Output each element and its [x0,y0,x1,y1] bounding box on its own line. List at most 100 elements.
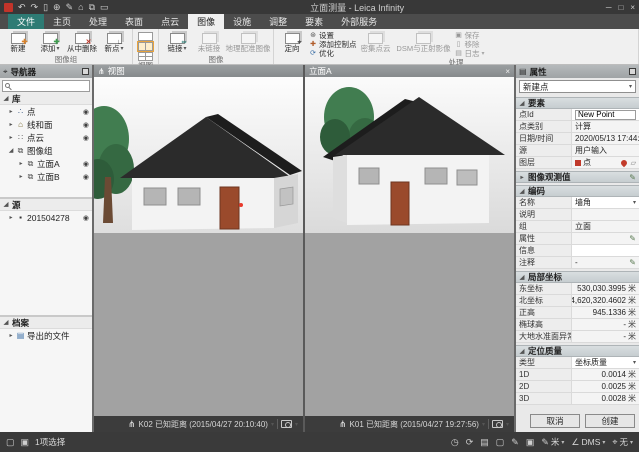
viewport-3d-header[interactable]: ⋔ 视图 [94,65,303,77]
tree-item-points[interactable]: ▸ ∴ 点 ◉ [0,105,92,118]
section-library[interactable]: ◢ 库 [0,93,92,105]
redo-icon[interactable]: ↷ [31,2,39,12]
create-button[interactable]: 创建 [585,414,635,428]
layout-two-pane-button[interactable] [138,42,153,51]
station-label[interactable]: K02 已知距离 (2015/04/27 20:10:40) [139,419,268,430]
cancel-button[interactable]: 取消 [530,414,580,428]
settings-button[interactable]: ⊛ 设置 [309,32,357,40]
quality-type-select[interactable]: 坐标质量 ▾ [572,357,639,368]
angle-unit-selector[interactable]: ∠ DMS ▾ [571,437,605,448]
info-input[interactable] [572,245,639,256]
camera-icon[interactable] [281,420,292,428]
viewport-3d-canvas[interactable] [94,77,303,416]
section-coding-header[interactable]: ◢ 编码 [516,185,639,197]
visibility-eye-icon[interactable]: ◉ [83,214,89,222]
tree-item-source-job[interactable]: ▸ ▪ 201504278 ◉ [0,211,92,224]
object-type-select[interactable]: 新建点 ▾ [519,80,636,93]
edit-pencil-icon[interactable]: ✎ [629,258,636,267]
polygon-icon[interactable]: ▱ [631,159,636,167]
maximize-button[interactable]: □ [618,3,623,12]
navigator-search[interactable] [2,80,90,92]
unit-selector[interactable]: ✎ 米 ▾ [541,436,564,448]
refresh-icon[interactable]: ⟳ [466,437,474,448]
minimize-button[interactable]: ─ [606,3,612,12]
add-control-point-button[interactable]: ✚ 添加控制点 [309,41,357,49]
section-image-observations-header[interactable]: ▸ 图像观测值 ✎ [516,171,639,183]
selection-mode-icon[interactable]: ▢ [6,437,15,448]
new-point-button[interactable]: ∟ 新点▾ [99,30,129,53]
undo-icon[interactable]: ↶ [18,2,26,12]
dense-point-cloud-button[interactable]: 密集点云 [359,30,393,53]
camera-icon[interactable] [492,420,503,428]
tab-surfaces[interactable]: 表面 [116,14,152,29]
camera-dropdown[interactable]: ▾ [506,421,509,428]
viewport-facade-a-header[interactable]: 立面A × [305,65,514,77]
section-local-coordinates-header[interactable]: ◢ 局部坐标 [516,271,639,283]
remove-button[interactable]: ▯ 移除 [455,41,485,49]
add-images-button[interactable]: ✚ 添加▾ [35,30,65,53]
tab-infrastructure[interactable]: 设施 [224,14,260,29]
code-name-select[interactable]: 墙角 ▾ [572,197,639,208]
remove-from-group-button[interactable]: ✕ 从中删除 [67,30,97,53]
optimize-button[interactable]: ⟳ 优化 [309,50,357,58]
pin-icon[interactable] [82,68,89,75]
measure-icon[interactable]: ✎ [511,437,519,448]
link-button[interactable]: ∞ 链接▾ [162,30,192,53]
tab-imaging[interactable]: 图像 [188,14,224,29]
visibility-eye-icon[interactable]: ◉ [83,173,89,181]
tree-item-exported-files[interactable]: ▸ ▤ 导出的文件 [0,329,92,342]
snap-icon[interactable]: ▣ [21,437,30,448]
new-image-group-button[interactable]: ✚ 新建 [3,30,33,53]
point-id-input[interactable] [575,110,636,120]
visibility-eye-icon[interactable]: ◉ [83,134,89,142]
visibility-eye-icon[interactable]: ◉ [83,121,89,129]
tab-processing[interactable]: 处理 [80,14,116,29]
edit-icon[interactable]: ✎ [66,2,74,12]
media-icon[interactable]: ▣ [526,437,535,448]
time-icon[interactable]: ◷ [451,437,459,448]
visibility-eye-icon[interactable]: ◉ [83,108,89,116]
delete-icon[interactable]: ▯ [43,2,48,12]
tree-item-facade-b[interactable]: ▸ ⧉ 立面B ◉ [0,170,92,183]
station-dropdown[interactable]: ▾ [271,421,274,428]
tree-item-facade-a[interactable]: ▸ ⧉ 立面A ◉ [0,157,92,170]
save-button[interactable]: ▣ 保存 [455,32,485,40]
section-source[interactable]: ◢ 源 [0,199,92,211]
tab-pointcloud[interactable]: 点云 [152,14,188,29]
export-icon[interactable]: ⧉ [89,2,95,12]
unlink-button[interactable]: 未链接 [194,30,224,53]
camera-dropdown[interactable]: ▾ [295,421,298,428]
pin-icon[interactable] [629,68,636,75]
point-pin-icon[interactable] [619,158,627,166]
tree-item-lines-areas[interactable]: ▸ ⌂ 线和面 ◉ [0,118,92,131]
viewport-close-icon[interactable]: × [505,67,510,76]
section-archive[interactable]: ◢ 档案 [0,317,92,329]
tab-adjustment[interactable]: 调整 [260,14,296,29]
edit-pencil-icon[interactable]: ✎ [629,173,636,182]
edit-pencil-icon[interactable]: ✎ [629,234,636,243]
station-label[interactable]: K01 已知距离 (2015/04/27 19:27:56) [350,419,479,430]
close-button[interactable]: × [630,3,635,12]
orient-button[interactable]: ⌖ 定向 [277,30,307,53]
list-icon[interactable]: ▤ [480,437,489,448]
layout-single-button[interactable] [138,32,153,41]
tab-features[interactable]: 要素 [296,14,332,29]
tab-external-services[interactable]: 外部服务 [332,14,386,29]
dsm-ortho-button[interactable]: DSM与正射影像 [395,30,453,53]
tree-item-image-groups[interactable]: ◢ ⧉ 图像组 [0,144,92,157]
add-icon[interactable]: ⊕ [53,2,61,12]
tree-item-pointcloud[interactable]: ▸ ∷ 点云 ◉ [0,131,92,144]
layout-four-pane-button[interactable] [138,52,153,61]
tab-home[interactable]: 主页 [44,14,80,29]
home-icon[interactable]: ⌂ [78,2,83,12]
log-button[interactable]: ▤ 日志 ▾ [455,50,485,58]
messages-icon[interactable]: ▢ [496,437,505,448]
tab-file[interactable]: 文件 [8,14,44,29]
station-dropdown[interactable]: ▾ [482,421,485,428]
gnss-selector[interactable]: ⌖ 无 ▾ [612,436,633,448]
visibility-eye-icon[interactable]: ◉ [83,160,89,168]
viewport-facade-a-canvas[interactable] [305,77,514,416]
georeference-image-button[interactable]: 地理配准图像 [226,30,270,53]
layout-icon[interactable]: ▭ [100,2,109,12]
section-position-quality-header[interactable]: ◢ 定位质量 [516,345,639,357]
